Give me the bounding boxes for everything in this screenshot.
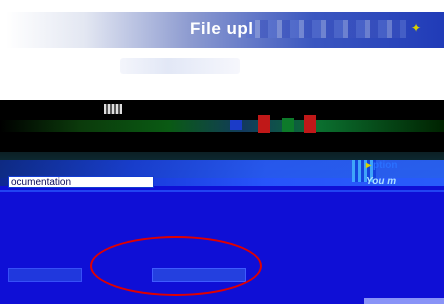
toolbar-green-icon[interactable] — [282, 118, 294, 132]
upload-button[interactable] — [152, 268, 246, 282]
file-path-input[interactable] — [8, 176, 154, 188]
toolbar-blue-icon[interactable] — [230, 120, 242, 130]
toolbar-image-icon[interactable] — [104, 104, 122, 114]
title-decoration — [246, 20, 406, 38]
options-link[interactable]: ▸ ption — [366, 160, 397, 171]
options-note: You m — [366, 176, 397, 187]
page-title: File upl — [190, 19, 254, 38]
options-label: ption — [373, 160, 398, 171]
bottom-strip — [364, 298, 444, 304]
divider — [0, 190, 444, 192]
highlight-annotation — [90, 236, 262, 296]
left-button[interactable] — [8, 268, 82, 282]
toolbar-red-icon-2[interactable] — [304, 115, 316, 133]
toolbar-red-icon[interactable] — [258, 115, 270, 133]
title-glyph-icon: ✦ — [410, 21, 422, 35]
toolbar-stripe — [0, 120, 444, 132]
subtitle — [120, 58, 240, 74]
options-arrow-icon: ▸ — [366, 160, 372, 171]
